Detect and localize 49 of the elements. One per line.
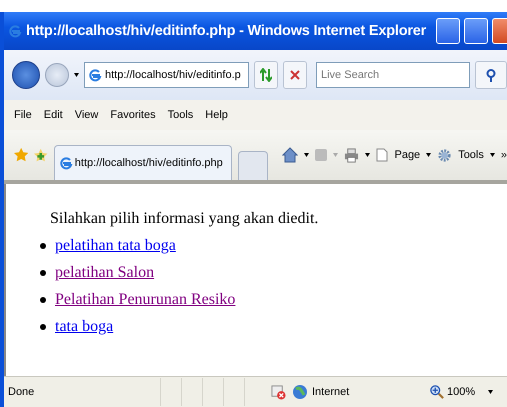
- zone-text: Internet: [312, 386, 350, 398]
- close-button[interactable]: [492, 18, 507, 44]
- bullet-icon: [40, 296, 46, 302]
- bullet-icon: [40, 270, 46, 276]
- star-icon[interactable]: [14, 147, 28, 163]
- dropdown-arrow-icon[interactable]: [365, 153, 370, 157]
- address-field[interactable]: http://localhost/hiv/editinfo.p: [84, 62, 249, 88]
- stop-button[interactable]: [283, 61, 307, 89]
- bullet-icon: [40, 324, 46, 330]
- info-link[interactable]: Pelatihan Penurunan Resiko: [55, 290, 236, 308]
- instruction-text: Silahkan pilih informasi yang akan diedit.: [50, 210, 320, 228]
- zoom-icon[interactable]: [430, 385, 444, 399]
- minimize-button[interactable]: [436, 18, 460, 44]
- globe-icon: [292, 384, 308, 400]
- dropdown-arrow-icon[interactable]: [426, 153, 432, 157]
- menu-item[interactable]: Tools: [168, 109, 194, 121]
- menu-item[interactable]: File: [14, 109, 32, 121]
- page-menu-button[interactable]: Page: [394, 149, 420, 161]
- dropdown-arrow-icon[interactable]: [490, 153, 495, 157]
- more-button[interactable]: »: [500, 149, 507, 161]
- status-text: Done: [7, 386, 36, 398]
- add-star-icon[interactable]: [34, 148, 48, 162]
- bullet-icon: [40, 242, 46, 248]
- dropdown-arrow-icon[interactable]: [304, 153, 310, 157]
- maximize-button[interactable]: [464, 18, 488, 44]
- search-icon: [486, 68, 496, 82]
- info-link[interactable]: pelatihan Salon: [55, 264, 154, 282]
- menu-item[interactable]: View: [74, 109, 98, 121]
- menu-item[interactable]: Edit: [44, 109, 63, 121]
- printer-icon[interactable]: [344, 148, 360, 162]
- tools-menu-button[interactable]: Tools: [458, 149, 484, 161]
- dropdown-arrow-icon[interactable]: [74, 73, 79, 77]
- browser-tab[interactable]: http://localhost/hiv/editinfo.php: [54, 145, 232, 180]
- window-title: http://localhost/hiv/editinfo.php - Windows Internet Explorer: [26, 23, 428, 39]
- search-field[interactable]: Live Search: [316, 62, 470, 88]
- home-icon[interactable]: [282, 147, 298, 163]
- blocked-window-icon[interactable]: [271, 384, 286, 400]
- menu-item[interactable]: Favorites: [110, 109, 156, 121]
- back-button[interactable]: [12, 61, 40, 89]
- search-button[interactable]: [475, 61, 507, 89]
- zoom-level-button[interactable]: 100%: [447, 386, 476, 398]
- close-icon: [290, 70, 300, 80]
- gear-icon[interactable]: [437, 148, 452, 162]
- dropdown-arrow-icon[interactable]: [488, 390, 494, 394]
- refresh-arrows-icon: [260, 68, 272, 82]
- info-link[interactable]: tata boga: [55, 318, 114, 336]
- info-link[interactable]: pelatihan tata boga: [55, 236, 176, 254]
- menu-item[interactable]: Help: [205, 109, 228, 121]
- refresh-button[interactable]: [254, 61, 278, 89]
